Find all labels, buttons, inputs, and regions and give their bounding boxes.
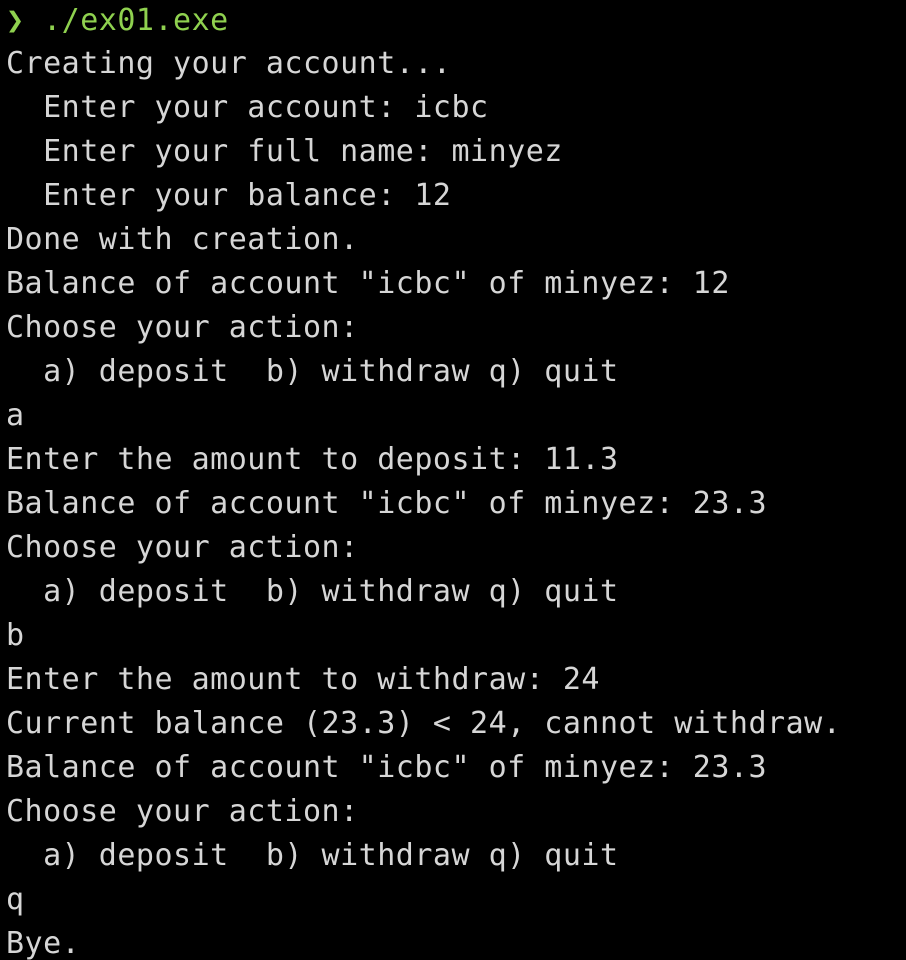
output-line-deposit-amount: Enter the amount to deposit: 11.3	[6, 442, 619, 477]
prompt-chevron-icon: ❯	[6, 3, 25, 38]
output-line-bye: Bye.	[6, 926, 81, 960]
input-line: q	[6, 882, 25, 917]
input-line: b	[6, 618, 25, 653]
output-line-error: Current balance (23.3) < 24, cannot with…	[6, 706, 842, 741]
output-line-balance: Balance of account "icbc" of minyez: 12	[6, 266, 730, 301]
output-line-withdraw-amount: Enter the amount to withdraw: 24	[6, 662, 600, 697]
output-line-choose-action: Choose your action:	[6, 794, 359, 829]
output-line-balance: Balance of account "icbc" of minyez: 23.…	[6, 750, 768, 785]
output-line-menu: a) deposit b) withdraw q) quit	[6, 574, 619, 609]
output-line-menu: a) deposit b) withdraw q) quit	[6, 354, 619, 389]
output-line-balance: Balance of account "icbc" of minyez: 23.…	[6, 486, 768, 521]
prompt-line: ❯ ./ex01.exe	[6, 0, 906, 42]
output-line-menu: a) deposit b) withdraw q) quit	[6, 838, 619, 873]
output-line-enter-account: Enter your account: icbc	[6, 90, 489, 125]
output-line-done: Done with creation.	[6, 222, 359, 257]
output-line-choose-action: Choose your action:	[6, 310, 359, 345]
output-line-creating: Creating your account...	[6, 46, 452, 81]
output-line-enter-name: Enter your full name: minyez	[6, 134, 563, 169]
terminal-window[interactable]: ❯ ./ex01.exe Creating your account... En…	[0, 0, 906, 960]
output-line-enter-balance: Enter your balance: 12	[6, 178, 452, 213]
prompt-command: ./ex01.exe	[43, 3, 229, 38]
input-line: a	[6, 398, 25, 433]
output-line-choose-action: Choose your action:	[6, 530, 359, 565]
